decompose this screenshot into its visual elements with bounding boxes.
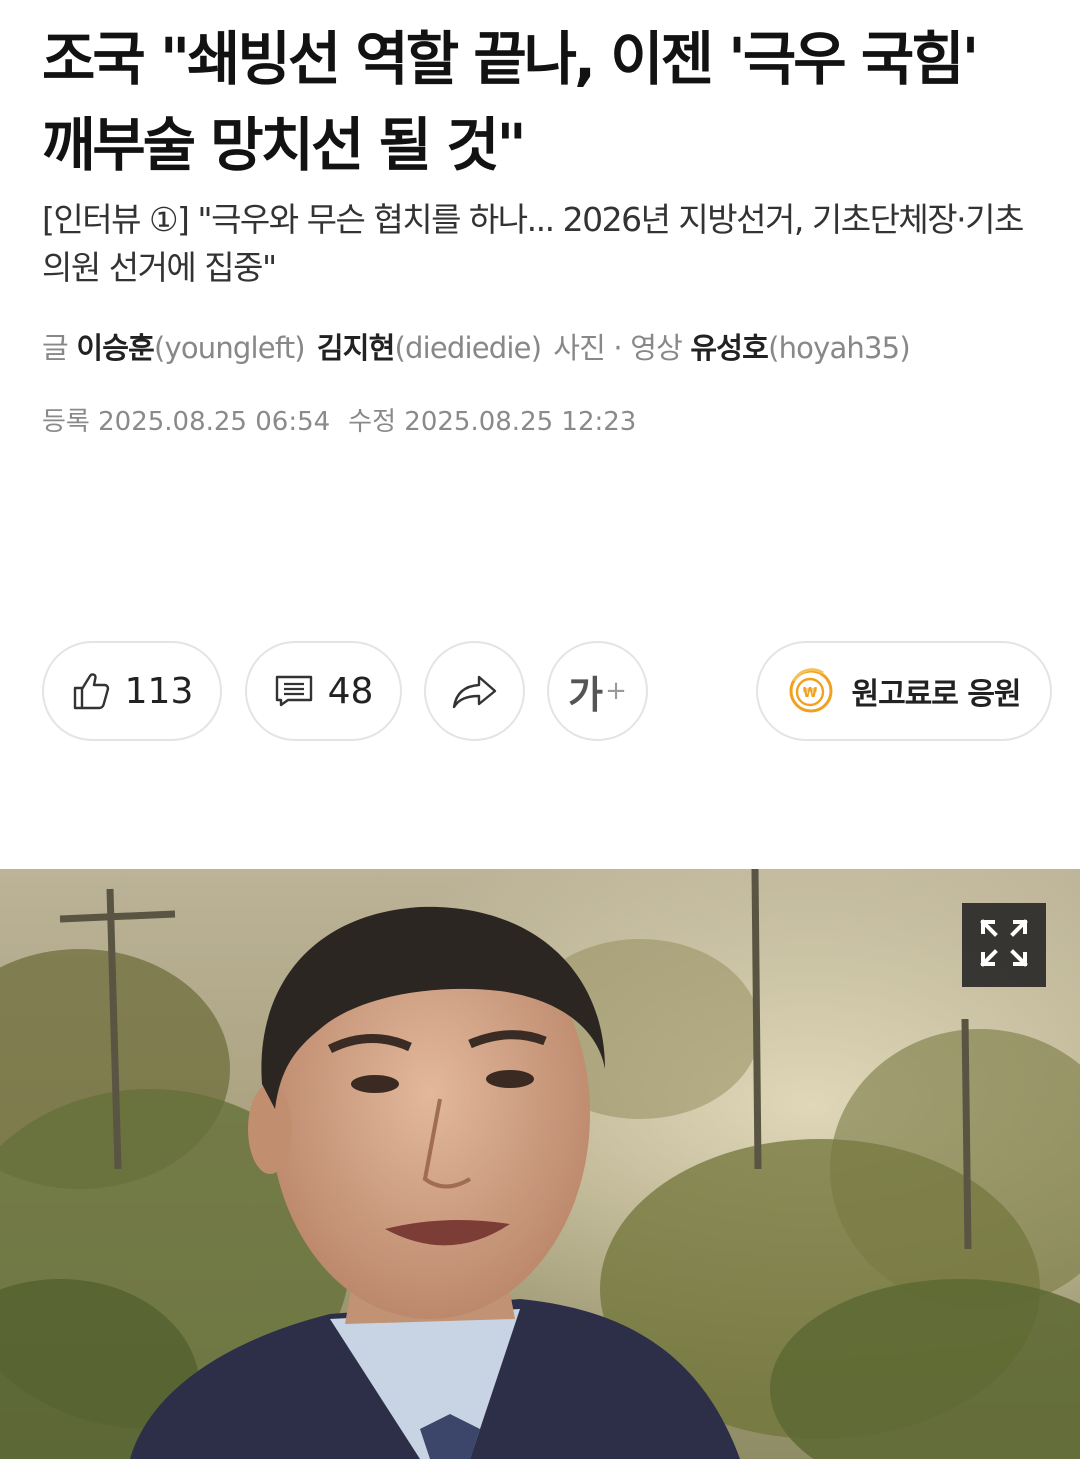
support-label: 원고료로 응원 bbox=[851, 677, 1021, 712]
writer-name[interactable]: 이승훈 bbox=[76, 331, 154, 365]
article-page: 조국 "쇄빙선 역할 끝나, 이젠 '극우 국힘' 깨부술 망치선 될 것" [… bbox=[0, 0, 1080, 1459]
article-subheadline: [인터뷰 ①] "극우와 무슨 협치를 하나... 2026년 지방선거, 기초… bbox=[42, 200, 1024, 287]
article-photo[interactable] bbox=[0, 869, 1080, 1459]
person-eye bbox=[486, 1070, 534, 1088]
font-size-button[interactable]: 가 + bbox=[547, 641, 648, 741]
writer-id[interactable]: (diediedie) bbox=[394, 331, 542, 365]
expand-icon bbox=[978, 917, 1030, 973]
registered-date: 2025.08.25 06:54 bbox=[98, 407, 331, 437]
photo-label: 사진 · 영상 bbox=[553, 331, 683, 365]
won-coin-icon: ₩ bbox=[787, 667, 835, 715]
modified-label: 수정 bbox=[348, 407, 397, 437]
font-size-plus: + bbox=[605, 676, 627, 706]
thumbs-up-icon bbox=[71, 670, 111, 712]
expand-photo-button[interactable] bbox=[962, 903, 1046, 987]
interview-photo bbox=[0, 869, 1080, 1459]
article-headline: 조국 "쇄빙선 역할 끝나, 이젠 '극우 국힘' 깨부술 망치선 될 것" bbox=[42, 25, 979, 179]
byline: 글 이승훈(youngleft) 김지현(diediedie) 사진 · 영상 유성… bbox=[42, 326, 1052, 370]
comment-icon bbox=[274, 674, 314, 708]
support-button[interactable]: ₩ 원고료로 응원 bbox=[756, 641, 1052, 741]
person-eye bbox=[351, 1075, 399, 1093]
share-button[interactable] bbox=[424, 641, 525, 741]
photographer-name[interactable]: 유성호 bbox=[690, 331, 768, 365]
registered-label: 등록 bbox=[42, 407, 90, 437]
writer-label: 글 bbox=[42, 331, 69, 365]
comment-count: 48 bbox=[327, 670, 374, 712]
like-count: 113 bbox=[124, 670, 194, 712]
font-size-label: 가 bbox=[568, 672, 604, 717]
modified-date: 2025.08.25 12:23 bbox=[404, 407, 637, 437]
article-dates: 등록 2025.08.25 06:54 수정 2025.08.25 12:23 bbox=[42, 402, 636, 442]
photographer-id[interactable]: (hoyah35) bbox=[768, 331, 911, 365]
comment-button[interactable]: 48 bbox=[245, 641, 402, 741]
writer-id[interactable]: (youngleft) bbox=[154, 331, 306, 365]
writer-name[interactable]: 김지현 bbox=[317, 331, 395, 365]
coin-symbol: ₩ bbox=[803, 686, 818, 701]
like-button[interactable]: 113 bbox=[42, 641, 222, 741]
share-arrow-icon bbox=[451, 671, 499, 711]
